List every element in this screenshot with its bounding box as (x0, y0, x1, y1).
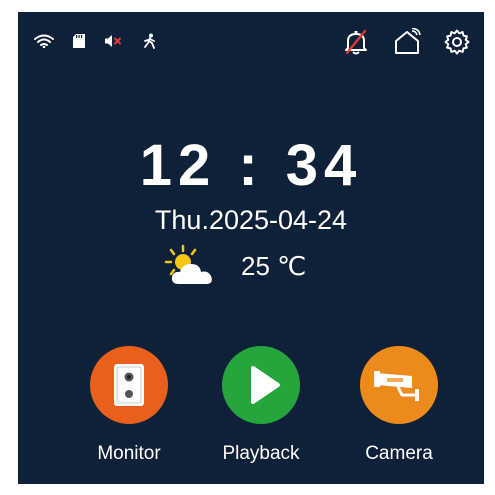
sd-card-icon (72, 33, 86, 49)
device-screen: 12 : 34 Thu.2025-04-24 25 ℃ Monitor Play… (18, 12, 484, 484)
partly-cloudy-icon (163, 244, 219, 288)
monitor-app[interactable]: Monitor (69, 346, 189, 463)
weather-widget: 25 ℃ (163, 244, 306, 288)
monitor-label: Monitor (97, 443, 161, 464)
temperature-label: 25 ℃ (241, 251, 307, 281)
clock-date: Thu.2025-04-24 (154, 205, 348, 235)
intercom-panel-icon[interactable] (90, 346, 168, 424)
status-bar-left (34, 33, 158, 49)
playback-app[interactable]: Playback (201, 346, 321, 463)
camera-app[interactable]: Camera (339, 346, 459, 463)
motion-detection-icon (142, 33, 158, 49)
speaker-muted-icon (104, 34, 124, 48)
clock-time: 12 : 34 (139, 133, 363, 198)
play-icon[interactable] (222, 346, 300, 424)
wifi-icon (34, 34, 54, 48)
camera-label: Camera (365, 443, 433, 464)
playback-label: Playback (222, 443, 300, 464)
status-bar-right (342, 28, 470, 56)
alarm-off-icon[interactable] (342, 28, 370, 56)
settings-icon[interactable] (444, 29, 470, 55)
cctv-camera-icon[interactable] (360, 346, 438, 424)
home-icon[interactable] (392, 28, 422, 56)
